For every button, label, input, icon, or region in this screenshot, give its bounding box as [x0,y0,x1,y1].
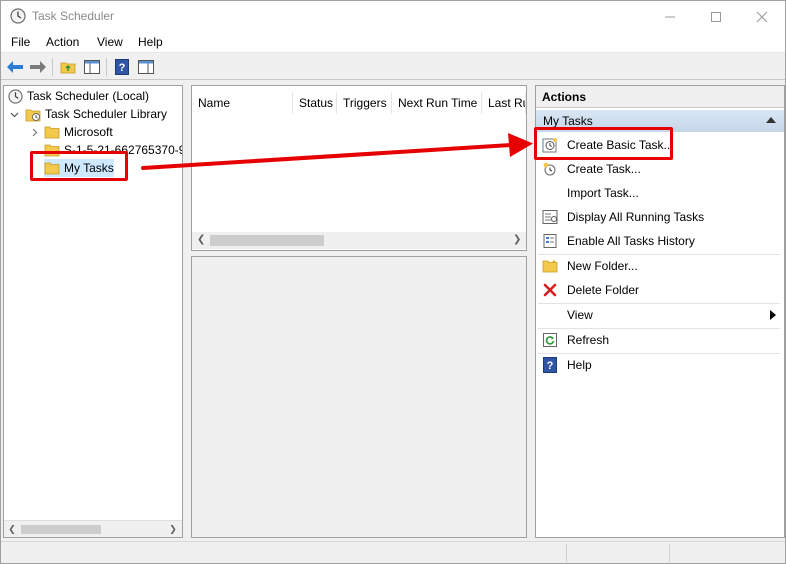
annotation-arrow [141,133,533,170]
